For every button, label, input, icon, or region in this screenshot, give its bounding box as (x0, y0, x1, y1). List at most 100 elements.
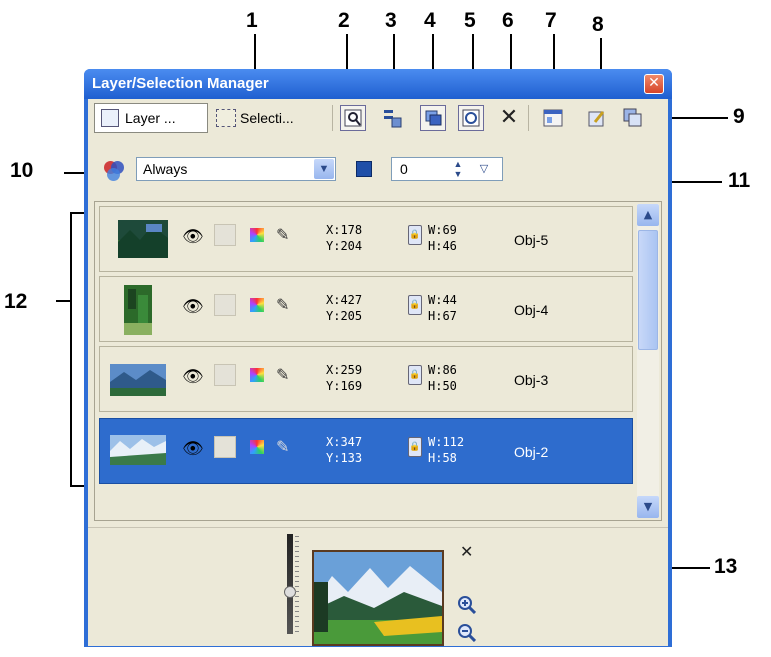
window-client: Layer ... Selecti... ✕ Always ▼ 0 ▲ ▼ ▽ … (88, 99, 668, 646)
spin-arrows-icon[interactable]: ▲ ▼ (448, 159, 468, 179)
layer-name: Obj-2 (514, 444, 549, 460)
title-bar: Layer/Selection Manager ✕ (84, 69, 672, 99)
navigator-preview[interactable] (312, 550, 444, 646)
layer-name: Obj-5 (514, 232, 549, 248)
toolbar-separator (528, 105, 529, 131)
navigator-close-icon[interactable]: ✕ (460, 542, 473, 561)
brush-icon[interactable]: ✎ (276, 437, 289, 456)
layer-name: Obj-3 (514, 372, 549, 388)
delete-icon: ✕ (499, 105, 519, 130)
layer-position: X:178 Y:204 (326, 223, 363, 253)
layer-thumbnail (124, 285, 152, 335)
opacity-icon (356, 161, 372, 177)
aspect-lock-icon[interactable]: 🔒 (408, 365, 422, 385)
visibility-eye-icon[interactable]: 👁 (182, 299, 204, 316)
center-button[interactable] (458, 105, 484, 131)
aspect-lock-icon[interactable]: 🔒 (408, 225, 422, 245)
selection-tab-icon (216, 109, 236, 127)
lock-checkbox[interactable] (214, 294, 236, 316)
window-title: Layer/Selection Manager (92, 75, 269, 92)
layer-name: Obj-4 (514, 302, 549, 318)
merge-button[interactable] (420, 105, 446, 131)
zoom-slider-track[interactable] (287, 534, 293, 634)
callout-12: 12 (4, 290, 28, 313)
layer-thumbnail (110, 364, 166, 396)
tab-selection[interactable]: Selecti... (212, 103, 326, 133)
tab-selection-label: Selecti... (240, 110, 294, 126)
color-icon[interactable] (250, 228, 264, 242)
layer-thumbnail (110, 435, 166, 465)
merge-mode-value: Always (143, 161, 188, 177)
merge-mode-dropdown[interactable]: Always ▼ (136, 157, 336, 181)
arrange-button[interactable] (380, 105, 406, 131)
zoom-slider-ticks (295, 536, 299, 632)
preview-image (314, 552, 442, 644)
delete-button[interactable]: ✕ (496, 105, 522, 131)
layer-position: X:259 Y:169 (326, 363, 363, 393)
layer-size: W:69 H:46 (428, 223, 457, 253)
tab-layer-label: Layer ... (125, 110, 176, 126)
opacity-spinner[interactable]: 0 ▲ ▼ ▽ (391, 157, 503, 181)
layer-position: X:347 Y:133 (326, 435, 363, 465)
callout-11: 11 (728, 169, 751, 192)
arrange-icon (384, 110, 402, 128)
layer-row[interactable]: 👁 ✎ X:427 Y:205 🔒 W:44 H:67 Obj-4 (99, 276, 633, 342)
aspect-lock-icon[interactable]: 🔒 (408, 295, 422, 315)
brush-icon[interactable]: ✎ (276, 365, 289, 384)
brush-icon[interactable]: ✎ (276, 225, 289, 244)
callout-13: 13 (714, 555, 738, 578)
layer-position: X:427 Y:205 (326, 293, 363, 323)
layer-thumbnail (118, 220, 168, 258)
close-button[interactable]: ✕ (644, 74, 664, 94)
scrollbar-thumb[interactable] (638, 230, 658, 350)
layer-list: 👁 ✎ X:178 Y:204 🔒 W:69 H:46 Obj-5 👁 ✎ X:42… (94, 201, 662, 521)
blend-mode-icon (104, 159, 126, 181)
layer-row-selected[interactable]: 👁 ✎ X:347 Y:133 🔒 W:112 H:58 Obj-2 (99, 418, 633, 484)
layer-list-scrollbar[interactable]: ▲ ▼ (637, 204, 659, 518)
zoom-in-icon[interactable] (458, 596, 477, 615)
combine-icon (623, 108, 642, 127)
callout-10: 10 (10, 159, 34, 182)
visibility-eye-icon[interactable]: 👁 (182, 369, 204, 386)
navigator-panel: ✕ (88, 527, 668, 646)
lock-checkbox[interactable] (214, 436, 236, 458)
brush-icon[interactable]: ✎ (276, 295, 289, 314)
properties-icon (543, 109, 563, 127)
layer-selection-manager-window: Layer/Selection Manager ✕ Layer ... Sele… (84, 69, 672, 647)
scroll-down-icon[interactable]: ▼ (637, 496, 659, 518)
visibility-eye-icon[interactable]: 👁 (182, 441, 204, 458)
layer-row[interactable]: 👁 ✎ X:178 Y:204 🔒 W:69 H:46 Obj-5 (99, 206, 633, 272)
scroll-up-icon[interactable]: ▲ (637, 204, 659, 226)
toolbar-separator (332, 105, 333, 131)
lock-checkbox[interactable] (214, 364, 236, 386)
callout-2: 2 (338, 9, 350, 32)
layer-size: W:112 H:58 (428, 435, 465, 465)
layer-row[interactable]: 👁 ✎ X:259 Y:169 🔒 W:86 H:50 Obj-3 (99, 346, 633, 412)
pin-icon (588, 111, 605, 127)
layer-tab-icon (101, 109, 119, 127)
lock-checkbox[interactable] (214, 224, 236, 246)
callout-6: 6 (502, 9, 514, 32)
callout-bracket-12 (70, 212, 72, 486)
tab-layer[interactable]: Layer ... (94, 103, 208, 133)
callout-9: 9 (733, 105, 745, 128)
callout-3: 3 (385, 9, 397, 32)
color-icon[interactable] (250, 298, 264, 312)
aspect-lock-icon[interactable]: 🔒 (408, 437, 422, 457)
callout-bracket-12-stub (56, 300, 70, 302)
color-icon[interactable] (250, 440, 264, 454)
callout-1: 1 (246, 9, 258, 32)
color-icon[interactable] (250, 368, 264, 382)
combine-button[interactable] (620, 105, 646, 131)
pin-button[interactable] (584, 105, 610, 131)
zoom-out-icon[interactable] (458, 624, 477, 643)
callout-5: 5 (464, 9, 476, 32)
callout-7: 7 (545, 9, 557, 32)
visibility-eye-icon[interactable]: 👁 (182, 229, 204, 246)
properties-button[interactable] (540, 105, 566, 131)
merge-icon (425, 110, 442, 126)
spin-dropdown-icon[interactable]: ▽ (474, 159, 494, 179)
chevron-down-icon[interactable]: ▼ (314, 159, 334, 179)
zoom-to-object-button[interactable] (340, 105, 366, 131)
callout-8: 8 (592, 13, 604, 36)
